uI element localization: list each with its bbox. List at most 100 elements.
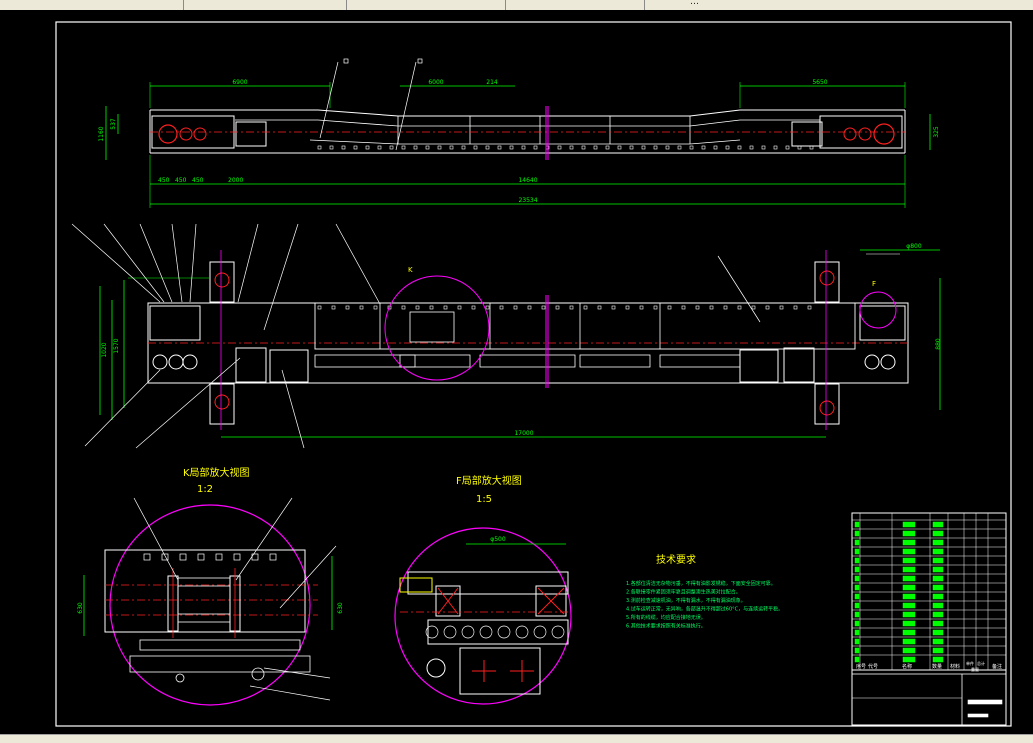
plan-hole	[471, 305, 476, 310]
left-pulley-b	[193, 127, 207, 141]
plan-hole	[555, 305, 560, 310]
tech-requirement-item: 5.所有的线缆，均应配合接地无误。	[626, 614, 706, 621]
plan-hole	[625, 305, 630, 310]
plan-right-motor	[783, 347, 815, 383]
plan-hole	[681, 305, 686, 310]
elevation-hole	[317, 145, 322, 150]
elevation-hole	[617, 145, 622, 150]
plan-hole	[583, 305, 588, 310]
title-block-cell-qty	[932, 593, 944, 600]
f-detail-chain-roll	[533, 625, 547, 639]
plan-hole	[807, 305, 812, 310]
title-block-cell-qty	[932, 584, 944, 591]
plan-right-wheel	[864, 354, 880, 370]
elevation-inner-lower	[309, 139, 741, 145]
title-block-header-weight: 重量	[971, 666, 979, 672]
title-block-cell-qty	[932, 566, 944, 573]
title-block-no-box	[967, 713, 989, 718]
title-block-cell-no	[854, 539, 860, 546]
dim-label-bot-b: 450	[175, 177, 187, 184]
plan-hole	[751, 305, 756, 310]
dim-label-plan-w1: 1020	[101, 342, 108, 357]
title-block-cell-name	[902, 647, 916, 654]
title-block-cell-qty	[932, 530, 944, 537]
plan-leader	[237, 223, 259, 303]
dim-label-left-h1: 1160	[98, 126, 105, 141]
tech-requirements-title: 技术要求	[656, 553, 696, 566]
anchor-post	[209, 261, 235, 303]
dim-label-top-right: 5650	[812, 79, 827, 86]
title-block-cell-name	[902, 557, 916, 564]
k-detail-leader	[235, 497, 293, 581]
plan-hole	[793, 305, 798, 310]
title-block-cell-name	[902, 611, 916, 618]
title-block-cell-no	[854, 575, 860, 582]
plan-hole	[737, 305, 742, 310]
tech-requirement-item: 4.试车运转正常，无异响，各部温升不得超过60°C，与连续运转平稳。	[626, 606, 783, 613]
elevation-hole	[413, 145, 418, 150]
title-block-cell-no	[854, 647, 860, 654]
dim-label-bot-a: 450	[158, 177, 170, 184]
title-block-cell-name	[902, 638, 916, 645]
plan-hole	[667, 305, 672, 310]
plan-hole	[597, 305, 602, 310]
plan-upper-trough	[314, 302, 856, 350]
title-block-cell-qty	[932, 620, 944, 627]
title-block-cell-name	[902, 584, 916, 591]
title-block-cell-qty	[932, 548, 944, 555]
plan-hole	[331, 305, 336, 310]
right-sprocket	[873, 123, 895, 145]
cad-drawing-canvas[interactable]: K局部放大视图 1:2 F局部放大视图 1:5 技术要求 1.各部位清洁无杂物污垂，不得有…	[0, 10, 1033, 734]
plan-leader	[139, 223, 173, 303]
elevation-hole	[341, 145, 346, 150]
plan-hole	[499, 305, 504, 310]
title-block-cell-no	[854, 638, 860, 645]
left-pulley-a	[179, 127, 193, 141]
elevation-hole	[557, 145, 562, 150]
plan-lower-segment	[479, 354, 576, 368]
elevation-hole	[401, 145, 406, 150]
plan-hole	[415, 305, 420, 310]
title-block-cell-name	[902, 629, 916, 636]
plan-hole	[317, 305, 322, 310]
k-detail-frame	[104, 549, 306, 633]
title-block-cell-no	[854, 530, 860, 537]
k-detail-hole	[233, 553, 241, 561]
elevation-hole	[593, 145, 598, 150]
right-pulley-a	[858, 127, 872, 141]
f-detail-scale: 1:5	[476, 494, 492, 505]
plan-left-motor	[235, 347, 267, 383]
f-detail-chain-roll	[515, 625, 529, 639]
leader-tag	[417, 58, 423, 64]
dim-label-right-h: 325	[933, 126, 940, 138]
anchor-hole	[819, 270, 835, 286]
elevation-hole	[509, 145, 514, 150]
title-block-cell-no	[854, 557, 860, 564]
title-block-cell-name	[902, 521, 916, 528]
elevation-hole	[473, 145, 478, 150]
left-sprocket	[158, 124, 178, 144]
plan-hole	[373, 305, 378, 310]
window-tab-last[interactable]: …	[690, 0, 699, 9]
right-reducer	[791, 121, 823, 147]
dim-label-left-h2: 537	[110, 118, 117, 130]
anchor-hole	[819, 400, 835, 416]
title-block-cell-name	[902, 620, 916, 627]
elevation-hole	[701, 145, 706, 150]
plan-hole	[457, 305, 462, 310]
elevation-hole	[533, 145, 538, 150]
plan-leader-right	[717, 255, 761, 323]
k-detail-base	[129, 655, 311, 673]
dim-label-bot-mid: 14640	[518, 177, 537, 184]
title-block-cell-name	[902, 593, 916, 600]
plan-left-drive	[149, 305, 201, 341]
title-block-header-name: 名称	[902, 663, 912, 670]
elevation-hole	[773, 145, 778, 150]
plan-hole	[723, 305, 728, 310]
elevation-hole	[569, 145, 574, 150]
title-block-cell-no	[854, 656, 860, 663]
tab-separator	[346, 0, 347, 10]
anchor-post	[814, 383, 840, 425]
elevation-hole	[713, 145, 718, 150]
elevation-hole	[497, 145, 502, 150]
